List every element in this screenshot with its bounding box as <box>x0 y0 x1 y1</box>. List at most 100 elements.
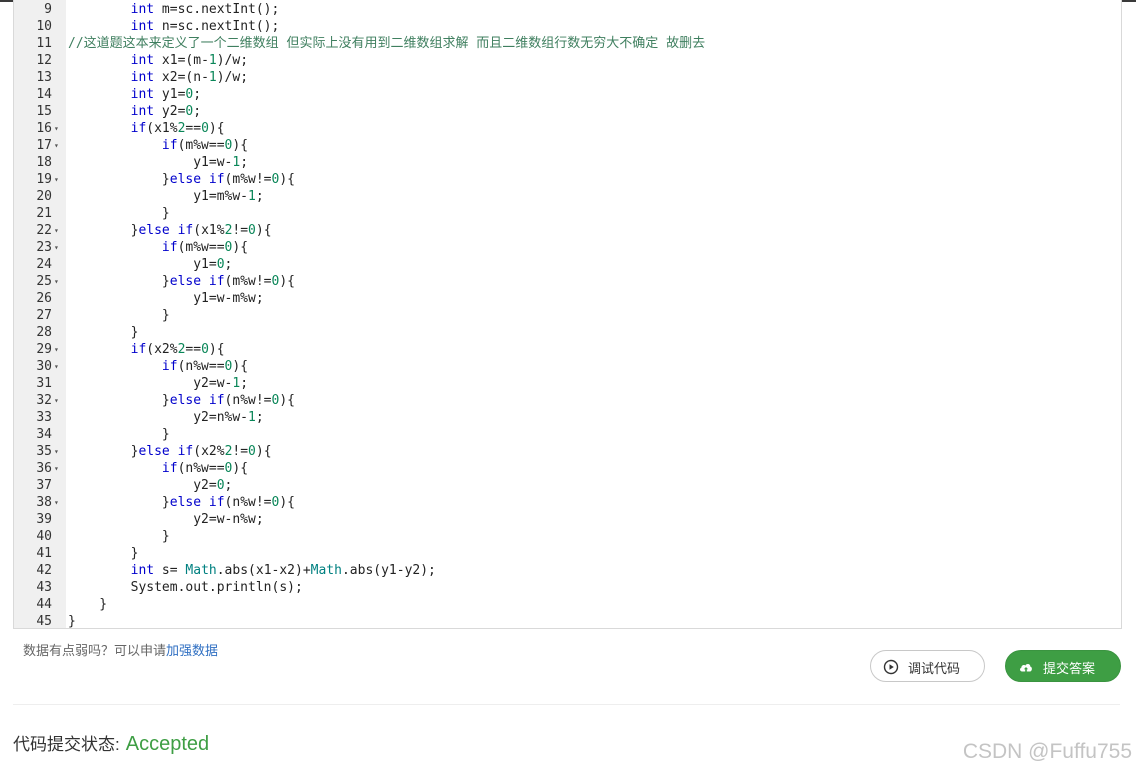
code-line[interactable]: 12 int x1=(m-1)/w; <box>14 52 1121 69</box>
code-text: } <box>68 546 139 561</box>
code-line[interactable]: 24 y1=0; <box>14 256 1121 273</box>
fold-arrow-icon[interactable]: ▾ <box>54 443 59 460</box>
code-text: int n=sc.nextInt(); <box>130 19 280 34</box>
csdn-watermark: CSDN @Fuffu755 <box>962 740 1132 763</box>
code-line[interactable]: 42 int s= Math.abs(x1-x2)+Math.abs(y1-y2… <box>14 562 1121 579</box>
line-number: 22 <box>36 223 52 238</box>
code-text: } <box>68 206 170 221</box>
code-line[interactable]: 9 int m=sc.nextInt(); <box>14 1 1121 18</box>
line-number: 38 <box>36 495 52 510</box>
data-hint: 数据有点弱吗？可以申请加强数据 <box>23 640 218 659</box>
line-number: 33 <box>36 410 52 425</box>
line-number: 12 <box>36 53 52 68</box>
line-number: 24 <box>36 257 52 272</box>
code-line[interactable]: 14 int y1=0; <box>14 86 1121 103</box>
code-line[interactable]: 37 y2=0; <box>14 477 1121 494</box>
debug-code-button[interactable]: 调试代码 <box>870 650 985 682</box>
code-line[interactable]: 39 y2=w-n%w; <box>14 511 1121 528</box>
code-text: if(n%w==0){ <box>161 461 249 476</box>
code-line[interactable]: 15 int y2=0; <box>14 103 1121 120</box>
fold-arrow-icon[interactable]: ▾ <box>54 494 59 511</box>
line-number: 9 <box>44 2 52 17</box>
code-text: }else if(x2%2!=0){ <box>68 444 272 459</box>
data-hint-text: 数据有点弱吗？可以申请 <box>23 643 167 658</box>
code-line[interactable]: 19 ▾ }else if(m%w!=0){ <box>14 171 1121 188</box>
code-line[interactable]: 45} <box>14 613 1121 628</box>
code-line[interactable]: 44 } <box>14 596 1121 613</box>
code-line[interactable]: 16 ▾ if(x1%2==0){ <box>14 120 1121 137</box>
code-line[interactable]: 25 ▾ }else if(m%w!=0){ <box>14 273 1121 290</box>
submit-answer-button[interactable]: 提交答案 <box>1005 650 1121 682</box>
line-number: 15 <box>36 104 52 119</box>
code-line[interactable]: 13 int x2=(n-1)/w; <box>14 69 1121 86</box>
code-text: y1=0; <box>68 257 233 272</box>
line-number: 18 <box>36 155 52 170</box>
line-number: 14 <box>36 87 52 102</box>
code-line[interactable]: 17 ▾ if(m%w==0){ <box>14 137 1121 154</box>
code-line[interactable]: 11 //这道题这本来定义了一个二维数组 但实际上没有用到二维数组求解 而且二维数… <box>14 35 1121 52</box>
line-number: 43 <box>36 580 52 595</box>
code-line[interactable]: 33 y2=n%w-1; <box>14 409 1121 426</box>
code-text: }else if(m%w!=0){ <box>68 172 295 187</box>
fold-arrow-icon[interactable]: ▾ <box>54 120 59 137</box>
code-line[interactable]: 30 ▾ if(n%w==0){ <box>14 358 1121 375</box>
section-divider <box>13 704 1120 705</box>
code-line[interactable]: 29 ▾ if(x2%2==0){ <box>14 341 1121 358</box>
line-number: 30 <box>36 359 52 374</box>
code-text: } <box>68 529 170 544</box>
code-text: int x2=(n-1)/w; <box>130 70 249 85</box>
fold-arrow-icon[interactable]: ▾ <box>54 137 59 154</box>
code-text: y1=w-m%w; <box>68 291 264 306</box>
code-line[interactable]: 27 } <box>14 307 1121 324</box>
line-number: 19 <box>36 172 52 187</box>
code-comment: //这道题这本来定义了一个二维数组 但实际上没有用到二维数组求解 而且二维数组行… <box>68 36 706 51</box>
fold-arrow-icon[interactable]: ▾ <box>54 460 59 477</box>
code-line[interactable]: 10 int n=sc.nextInt(); <box>14 18 1121 35</box>
code-line[interactable]: 22 ▾ }else if(x1%2!=0){ <box>14 222 1121 239</box>
fold-arrow-icon[interactable]: ▾ <box>54 171 59 188</box>
code-line[interactable]: 34 } <box>14 426 1121 443</box>
code-line[interactable]: 28 } <box>14 324 1121 341</box>
code-text: y2=n%w-1; <box>68 410 264 425</box>
code-line[interactable]: 32 ▾ }else if(n%w!=0){ <box>14 392 1121 409</box>
code-line[interactable]: 26 y1=w-m%w; <box>14 290 1121 307</box>
line-number: 29 <box>36 342 52 357</box>
code-line[interactable]: 36 ▾ if(n%w==0){ <box>14 460 1121 477</box>
code-line[interactable]: 35 ▾ }else if(x2%2!=0){ <box>14 443 1121 460</box>
code-line[interactable]: 38 ▾ }else if(n%w!=0){ <box>14 494 1121 511</box>
line-number: 28 <box>36 325 52 340</box>
code-line[interactable]: 20 y1=m%w-1; <box>14 188 1121 205</box>
line-number: 41 <box>36 546 52 561</box>
code-line[interactable]: 31 y2=w-1; <box>14 375 1121 392</box>
code-text: }else if(n%w!=0){ <box>68 495 295 510</box>
code-text: y1=m%w-1; <box>68 189 264 204</box>
line-number: 42 <box>36 563 52 578</box>
code-line[interactable]: 18 y1=w-1; <box>14 154 1121 171</box>
code-text: }else if(m%w!=0){ <box>68 274 295 289</box>
line-number: 23 <box>36 240 52 255</box>
status-value: Accepted <box>125 733 210 755</box>
code-text: int m=sc.nextInt(); <box>130 2 280 17</box>
debug-code-label: 调试代码 <box>908 661 961 676</box>
code-text: int s= Math.abs(x1-x2)+Math.abs(y1-y2); <box>130 563 436 578</box>
fold-arrow-icon[interactable]: ▾ <box>54 358 59 375</box>
line-number: 34 <box>36 427 52 442</box>
line-number: 25 <box>36 274 52 289</box>
line-number: 27 <box>36 308 52 323</box>
fold-arrow-icon[interactable]: ▾ <box>54 341 59 358</box>
code-text: }else if(x1%2!=0){ <box>68 223 272 238</box>
code-line[interactable]: 23 ▾ if(m%w==0){ <box>14 239 1121 256</box>
code-text: } <box>68 427 170 442</box>
code-text: int y1=0; <box>130 87 202 102</box>
fold-arrow-icon[interactable]: ▾ <box>54 239 59 256</box>
code-text: } <box>68 597 108 612</box>
fold-arrow-icon[interactable]: ▾ <box>54 273 59 290</box>
strengthen-data-link[interactable]: 加强数据 <box>166 643 218 658</box>
code-line[interactable]: 41 } <box>14 545 1121 562</box>
code-editor[interactable]: 9 int m=sc.nextInt(); 10 int n=sc.nextInt… <box>13 0 1122 629</box>
code-line[interactable]: 21 } <box>14 205 1121 222</box>
fold-arrow-icon[interactable]: ▾ <box>54 392 59 409</box>
code-line[interactable]: 43 System.out.println(s); <box>14 579 1121 596</box>
fold-arrow-icon[interactable]: ▾ <box>54 222 59 239</box>
code-line[interactable]: 40 } <box>14 528 1121 545</box>
